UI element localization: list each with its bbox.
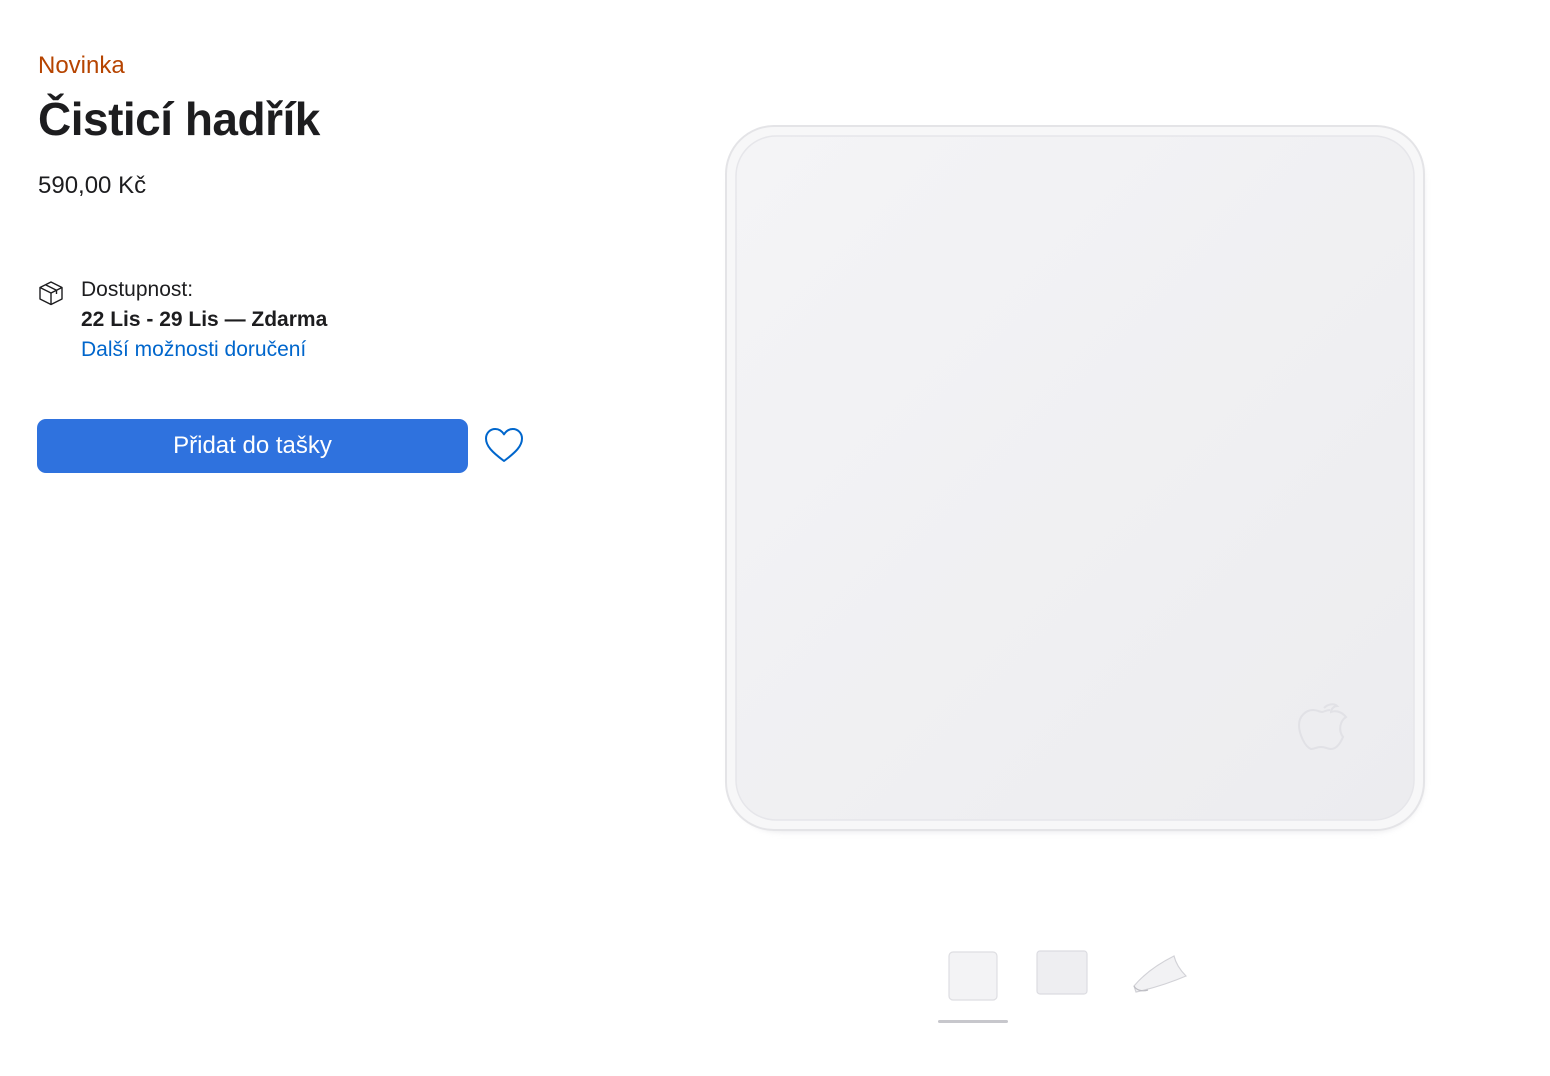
- selected-thumbnail-indicator: [938, 1020, 1008, 1023]
- cloth-folded-thumbnail[interactable]: [1122, 940, 1192, 1010]
- product-title: Čisticí hadřík: [38, 93, 320, 145]
- box-icon: [39, 281, 63, 306]
- product-price: 590,00 Kč: [38, 172, 147, 199]
- image-thumbnails: [930, 940, 1200, 1030]
- delivery-dates: 22 Lis - 29 Lis — Zdarma: [81, 308, 328, 331]
- new-badge: Novinka: [38, 52, 125, 79]
- availability-section: Dostupnost: 22 Lis - 29 Lis — Zdarma Dal…: [38, 276, 458, 376]
- add-to-bag-button[interactable]: Přidat do tašky: [37, 419, 468, 473]
- product-image: [725, 125, 1425, 832]
- cloth-front-thumbnail[interactable]: [938, 940, 1008, 1010]
- heart-icon[interactable]: [483, 426, 525, 466]
- more-delivery-options-link[interactable]: Další možnosti doručení: [81, 338, 306, 362]
- availability-label: Dostupnost:: [81, 278, 194, 301]
- cloth-back-thumbnail[interactable]: [1028, 940, 1098, 1010]
